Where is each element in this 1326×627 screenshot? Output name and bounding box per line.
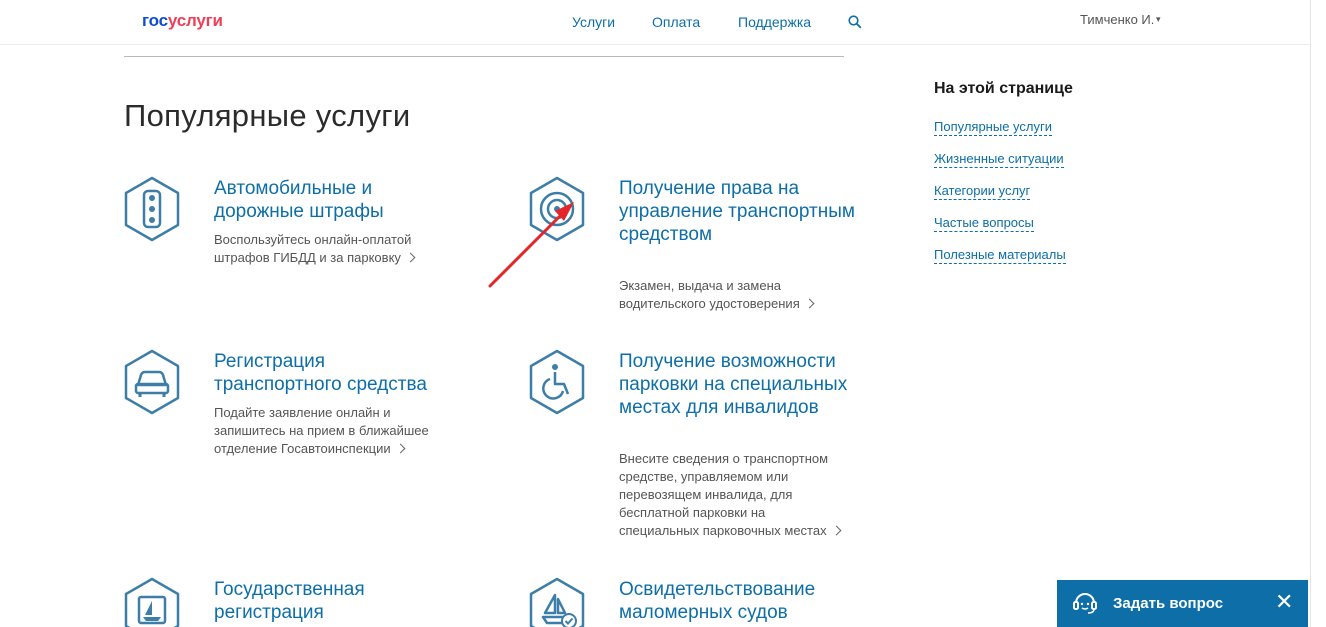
close-icon[interactable]: ✕ <box>1275 589 1293 615</box>
chevron-right-icon <box>395 443 406 454</box>
toc-link-faq[interactable]: Частые вопросы <box>934 215 1034 232</box>
card-title-fines[interactable]: Автомобильные и дорожные штрафы <box>214 177 454 223</box>
traffic-light-icon[interactable] <box>123 176 181 242</box>
card-title-registration[interactable]: Регистрация транспортного средства <box>214 350 454 396</box>
ask-question-label[interactable]: Задать вопрос <box>1113 595 1223 612</box>
gosuslugi-logo[interactable]: госуслуги <box>142 11 223 31</box>
divider <box>124 56 844 57</box>
logo-part-gos: гос <box>142 11 168 30</box>
chevron-down-icon[interactable]: ▾ <box>1156 14 1161 25</box>
ask-question-widget[interactable]: Задать вопрос ✕ <box>1057 580 1308 627</box>
chevron-right-icon <box>804 298 815 309</box>
chevron-right-icon <box>405 252 416 263</box>
card-desc-registration[interactable]: Подайте заявление онлайн и запишитесь на… <box>214 404 429 458</box>
toc-link-categories[interactable]: Категории услуг <box>934 183 1031 200</box>
section-title: Популярные услуги <box>124 98 411 133</box>
toc-link-popular[interactable]: Популярные услуги <box>934 119 1052 136</box>
card-desc-disabled-parking[interactable]: Внесите сведения о транспортном средстве… <box>619 450 842 540</box>
toc-link-materials[interactable]: Полезные материалы <box>934 247 1066 264</box>
toc-link-life-situations[interactable]: Жизненные ситуации <box>934 151 1064 168</box>
user-menu[interactable]: Тимченко И. <box>1080 12 1154 27</box>
card-title-disabled-parking[interactable]: Получение возможности парковки на специа… <box>619 350 859 419</box>
toc-title: На этой странице <box>934 80 1073 97</box>
nav-services-link[interactable]: Услуги <box>572 14 615 30</box>
nav-support-link[interactable]: Поддержка <box>738 14 811 30</box>
wheelchair-icon[interactable] <box>528 349 586 415</box>
card-desc-fines[interactable]: Воспользуйтесь онлайн-оплатой штрафов ГИ… <box>214 231 416 267</box>
card-desc-license[interactable]: Экзамен, выдача и замена водительского у… <box>619 277 815 313</box>
steering-wheel-icon[interactable] <box>528 176 586 242</box>
car-icon[interactable] <box>123 349 181 415</box>
card-title-small-vessels[interactable]: Освидетельствование маломерных судов <box>619 578 859 624</box>
boat-check-icon[interactable] <box>528 577 586 627</box>
chevron-right-icon <box>831 525 842 536</box>
top-header: госуслуги Услуги Оплата Поддержка Тимчен… <box>0 0 1310 45</box>
search-icon[interactable] <box>848 15 862 29</box>
page-scrollbar[interactable] <box>1310 0 1326 627</box>
boat-icon[interactable] <box>123 577 181 627</box>
logo-part-uslugi: услуги <box>167 11 223 30</box>
card-title-vessel-registration[interactable]: Государственная регистрация <box>214 578 454 624</box>
card-title-license[interactable]: Получение права на управление транспортн… <box>619 177 859 246</box>
nav-payment-link[interactable]: Оплата <box>652 14 700 30</box>
support-headset-icon <box>1073 593 1097 614</box>
